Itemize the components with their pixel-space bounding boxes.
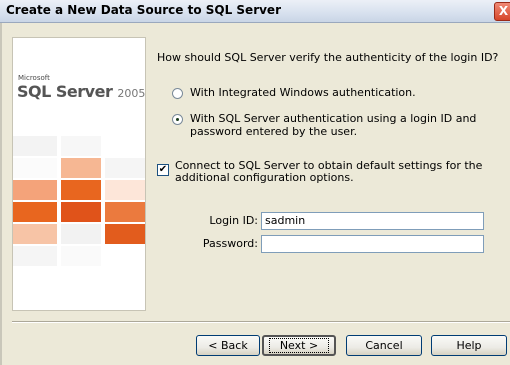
- window-left-border: [0, 23, 2, 365]
- password-label: Password:: [202, 237, 258, 250]
- password-input[interactable]: [261, 235, 484, 253]
- connect-checkbox-row[interactable]: ✔ Connect to SQL Server to obtain defaul…: [157, 160, 487, 184]
- close-icon[interactable]: X: [494, 2, 510, 21]
- connect-checkbox[interactable]: ✔: [157, 164, 169, 176]
- product-label: SQL Server: [17, 82, 113, 101]
- decor-tile: [105, 224, 145, 244]
- decor-tile: [13, 202, 57, 222]
- help-button[interactable]: Help: [431, 335, 507, 356]
- next-button[interactable]: Next >: [262, 335, 336, 356]
- radio-button-selected[interactable]: [172, 114, 183, 125]
- login-id-input[interactable]: sadmin: [261, 212, 484, 230]
- microsoft-label: Microsoft: [18, 74, 50, 82]
- decor-tile: [13, 246, 57, 266]
- radio-sql-auth[interactable]: With SQL Server authentication using a l…: [172, 112, 502, 138]
- decor-tile: [105, 158, 145, 178]
- decor-tile: [105, 202, 145, 222]
- next-button-label: Next >: [269, 338, 329, 353]
- window-title: Create a New Data Source to SQL Server: [6, 3, 281, 17]
- decor-tile: [61, 246, 101, 266]
- connect-checkbox-label: Connect to SQL Server to obtain default …: [175, 159, 483, 184]
- footer-separator: [12, 321, 510, 323]
- product-version: 2005: [117, 87, 146, 100]
- sql-server-logo-panel: Microsoft SQL Server 2005: [12, 37, 146, 311]
- decor-tile: [61, 224, 101, 244]
- login-id-label: Login ID:: [209, 214, 258, 227]
- radio-label: With Integrated Windows authentication.: [190, 86, 416, 99]
- radio-label: With SQL Server authentication using a l…: [190, 112, 477, 138]
- decor-tile: [61, 202, 101, 222]
- decor-tile: [13, 224, 57, 244]
- decor-tile: [61, 136, 101, 156]
- radio-integrated-auth[interactable]: With Integrated Windows authentication.: [172, 86, 416, 99]
- decor-tile: [13, 158, 57, 178]
- decor-tile: [105, 180, 145, 200]
- product-name: SQL Server 2005: [17, 82, 145, 101]
- back-button[interactable]: < Back: [196, 335, 260, 356]
- decor-tile: [61, 180, 101, 200]
- radio-button[interactable]: [172, 88, 183, 99]
- decor-tile: [13, 180, 57, 200]
- decor-tile: [13, 136, 57, 156]
- decor-tile: [61, 158, 101, 178]
- cancel-button[interactable]: Cancel: [346, 335, 422, 356]
- auth-question: How should SQL Server verify the authent…: [157, 51, 499, 64]
- title-bar[interactable]: Create a New Data Source to SQL Server X: [0, 0, 510, 23]
